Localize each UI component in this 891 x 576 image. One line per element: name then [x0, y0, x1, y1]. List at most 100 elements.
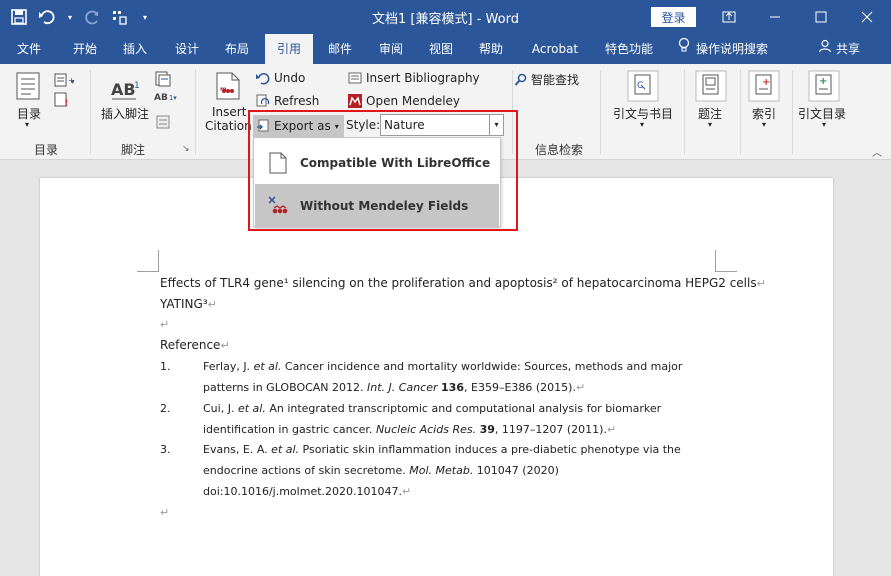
document-title-line-2[interactable]: YATING³↵ — [160, 297, 217, 311]
tab-layout[interactable]: 布局 — [214, 34, 260, 64]
menu-item-label: Without Mendeley Fields — [300, 199, 469, 213]
open-mendeley-button[interactable]: Open Mendeley — [348, 94, 460, 108]
footnote-group-label: 脚注 — [121, 143, 146, 157]
ab-next-label: AB — [154, 93, 168, 103]
refresh-button[interactable]: Refresh — [256, 94, 319, 108]
tab-review[interactable]: 审阅 — [368, 34, 414, 64]
export-icon — [257, 119, 269, 132]
tab-acrobat[interactable]: Acrobat — [524, 34, 586, 64]
next-footnote-icon: 1▾ — [168, 94, 177, 102]
group-separator — [195, 70, 196, 154]
tab-view[interactable]: 视图 — [418, 34, 464, 64]
svg-text:+: + — [762, 77, 770, 88]
update-table-icon[interactable]: ! — [54, 92, 70, 111]
captions-icon[interactable] — [695, 70, 727, 105]
document-page[interactable] — [40, 178, 833, 576]
svg-text:1: 1 — [134, 81, 140, 91]
document-title-line-1[interactable]: Effects of TLR4 gene¹ silencing on the p… — [160, 276, 766, 290]
tab-home[interactable]: 开始 — [60, 34, 110, 64]
tab-insert[interactable]: 插入 — [112, 34, 158, 64]
customize-qat-icon[interactable]: ▾ — [140, 8, 150, 26]
cite-dropdown-icon[interactable]: ▾ — [640, 120, 644, 129]
tab-file[interactable]: 文件 — [6, 34, 52, 64]
mendeley-insert-citation-icon[interactable]: ᵐ — [216, 72, 240, 103]
export-dropdown-icon: ▾ — [334, 121, 339, 131]
undo-label: Undo — [274, 71, 306, 85]
show-notes-icon[interactable] — [156, 115, 170, 132]
group-separator — [512, 70, 513, 154]
save-icon[interactable] — [10, 8, 28, 26]
tab-references[interactable]: 引用 — [265, 34, 313, 64]
quick-access-toolbar: ▾ ▾ — [10, 6, 150, 28]
svg-text:▾: ▾ — [71, 78, 75, 86]
tell-me-search[interactable]: 操作说明搜索 — [678, 34, 808, 64]
insert-citation-label-2[interactable]: Citation — [205, 119, 252, 133]
reference-1-line-1[interactable]: Ferlay, J. et al. Cancer incidence and m… — [203, 360, 682, 373]
mendeley-undo-icon — [256, 73, 270, 85]
group-separator — [600, 70, 601, 154]
insert-endnote-icon[interactable] — [154, 71, 172, 90]
maximize-icon[interactable] — [798, 0, 844, 34]
captions-dropdown-icon[interactable]: ▾ — [708, 120, 712, 129]
menu-item-compatible-libreoffice[interactable]: Compatible With LibreOffice — [255, 141, 499, 185]
collapse-ribbon-icon[interactable]: ︿ — [872, 144, 882, 159]
undo-dropdown-icon[interactable]: ▾ — [66, 8, 74, 26]
toc-dropdown-icon[interactable]: ▾ — [25, 120, 29, 129]
person-icon — [818, 34, 832, 64]
tab-mailings[interactable]: 邮件 — [317, 34, 363, 64]
reference-3-line-3[interactable]: doi:10.1016/j.molmet.2020.101047.↵ — [203, 485, 411, 498]
undo-icon[interactable] — [38, 8, 56, 26]
undo-button[interactable]: Undo — [256, 71, 305, 85]
reference-2-line-2[interactable]: identification in gastric cancer. Nuclei… — [203, 423, 616, 436]
reference-number: 3. — [160, 443, 171, 456]
group-separator — [684, 70, 685, 154]
insert-bibliography-button[interactable]: Insert Bibliography — [348, 71, 480, 85]
reference-3-line-1[interactable]: Evans, E. A. et al. Psoriatic skin infla… — [203, 443, 681, 456]
tab-design[interactable]: 设计 — [164, 34, 210, 64]
index-dropdown-icon[interactable]: ▾ — [762, 120, 766, 129]
reference-2-line-1[interactable]: Cui, J. et al. An integrated transcripto… — [203, 402, 661, 415]
minimize-icon[interactable] — [752, 0, 798, 34]
toa-dropdown-icon[interactable]: ▾ — [822, 120, 826, 129]
share-label: 共享 — [836, 42, 861, 56]
share-button[interactable]: 共享 — [818, 34, 870, 64]
tell-me-label: 操作说明搜索 — [696, 42, 769, 56]
export-as-button[interactable]: Export as ▾ — [253, 115, 344, 137]
paragraph-mark: ↵ — [160, 506, 170, 519]
insert-footnote-icon[interactable]: AB 1 — [110, 78, 140, 105]
ab-footnote-text: AB — [111, 80, 136, 99]
index-icon[interactable]: + — [748, 70, 780, 105]
mendeley-logo-icon — [348, 94, 362, 108]
export-as-label: Export as — [274, 119, 331, 133]
citations-bibliography-icon[interactable]: C — [627, 70, 659, 105]
ribbon-tabs: 文件 开始 插入 设计 布局 引用 邮件 审阅 视图 帮助 Acrobat 特色… — [0, 34, 891, 64]
tab-special-features[interactable]: 特色功能 — [598, 34, 660, 64]
paragraph-mark: ↵ — [160, 318, 170, 331]
style-label: Style: — [346, 118, 381, 132]
smart-lookup-label: 智能查找 — [531, 73, 580, 87]
insert-citation-label-1[interactable]: Insert — [212, 105, 246, 119]
login-button[interactable]: 登录 — [651, 7, 696, 27]
ribbon-display-icon[interactable] — [706, 0, 752, 34]
citation-style-select[interactable]: Nature ▾ — [380, 114, 504, 136]
table-of-authorities-icon[interactable]: + — [808, 70, 840, 105]
mendeley-remove-fields-icon — [255, 194, 300, 218]
reference-1-line-2[interactable]: patterns in GLOBOCAN 2012. Int. J. Cance… — [203, 381, 585, 394]
menu-item-label: Compatible With LibreOffice — [300, 156, 491, 170]
footnote-launcher-icon[interactable]: ↘ — [182, 144, 190, 154]
menu-item-without-mendeley-fields[interactable]: Without Mendeley Fields — [255, 184, 499, 228]
reference-3-line-2[interactable]: endocrine actions of skin secretome. Mol… — [203, 464, 559, 477]
redo-icon[interactable] — [84, 8, 102, 26]
smart-lookup-button[interactable]: 智能查找 — [514, 71, 579, 88]
next-footnote-button[interactable]: AB 1▾ — [154, 93, 177, 103]
table-of-contents-icon[interactable] — [16, 72, 40, 103]
tab-help[interactable]: 帮助 — [468, 34, 514, 64]
add-text-icon[interactable]: + ▾ — [54, 72, 76, 91]
open-mendeley-label: Open Mendeley — [366, 94, 461, 108]
insert-footnote-label[interactable]: 插入脚注 — [101, 105, 149, 122]
research-group-label: 信息检索 — [535, 143, 584, 157]
touch-mode-icon[interactable] — [112, 8, 130, 26]
close-icon[interactable] — [844, 0, 890, 34]
reference-heading[interactable]: Reference↵ — [160, 338, 230, 352]
style-dropdown-icon[interactable]: ▾ — [489, 115, 503, 135]
